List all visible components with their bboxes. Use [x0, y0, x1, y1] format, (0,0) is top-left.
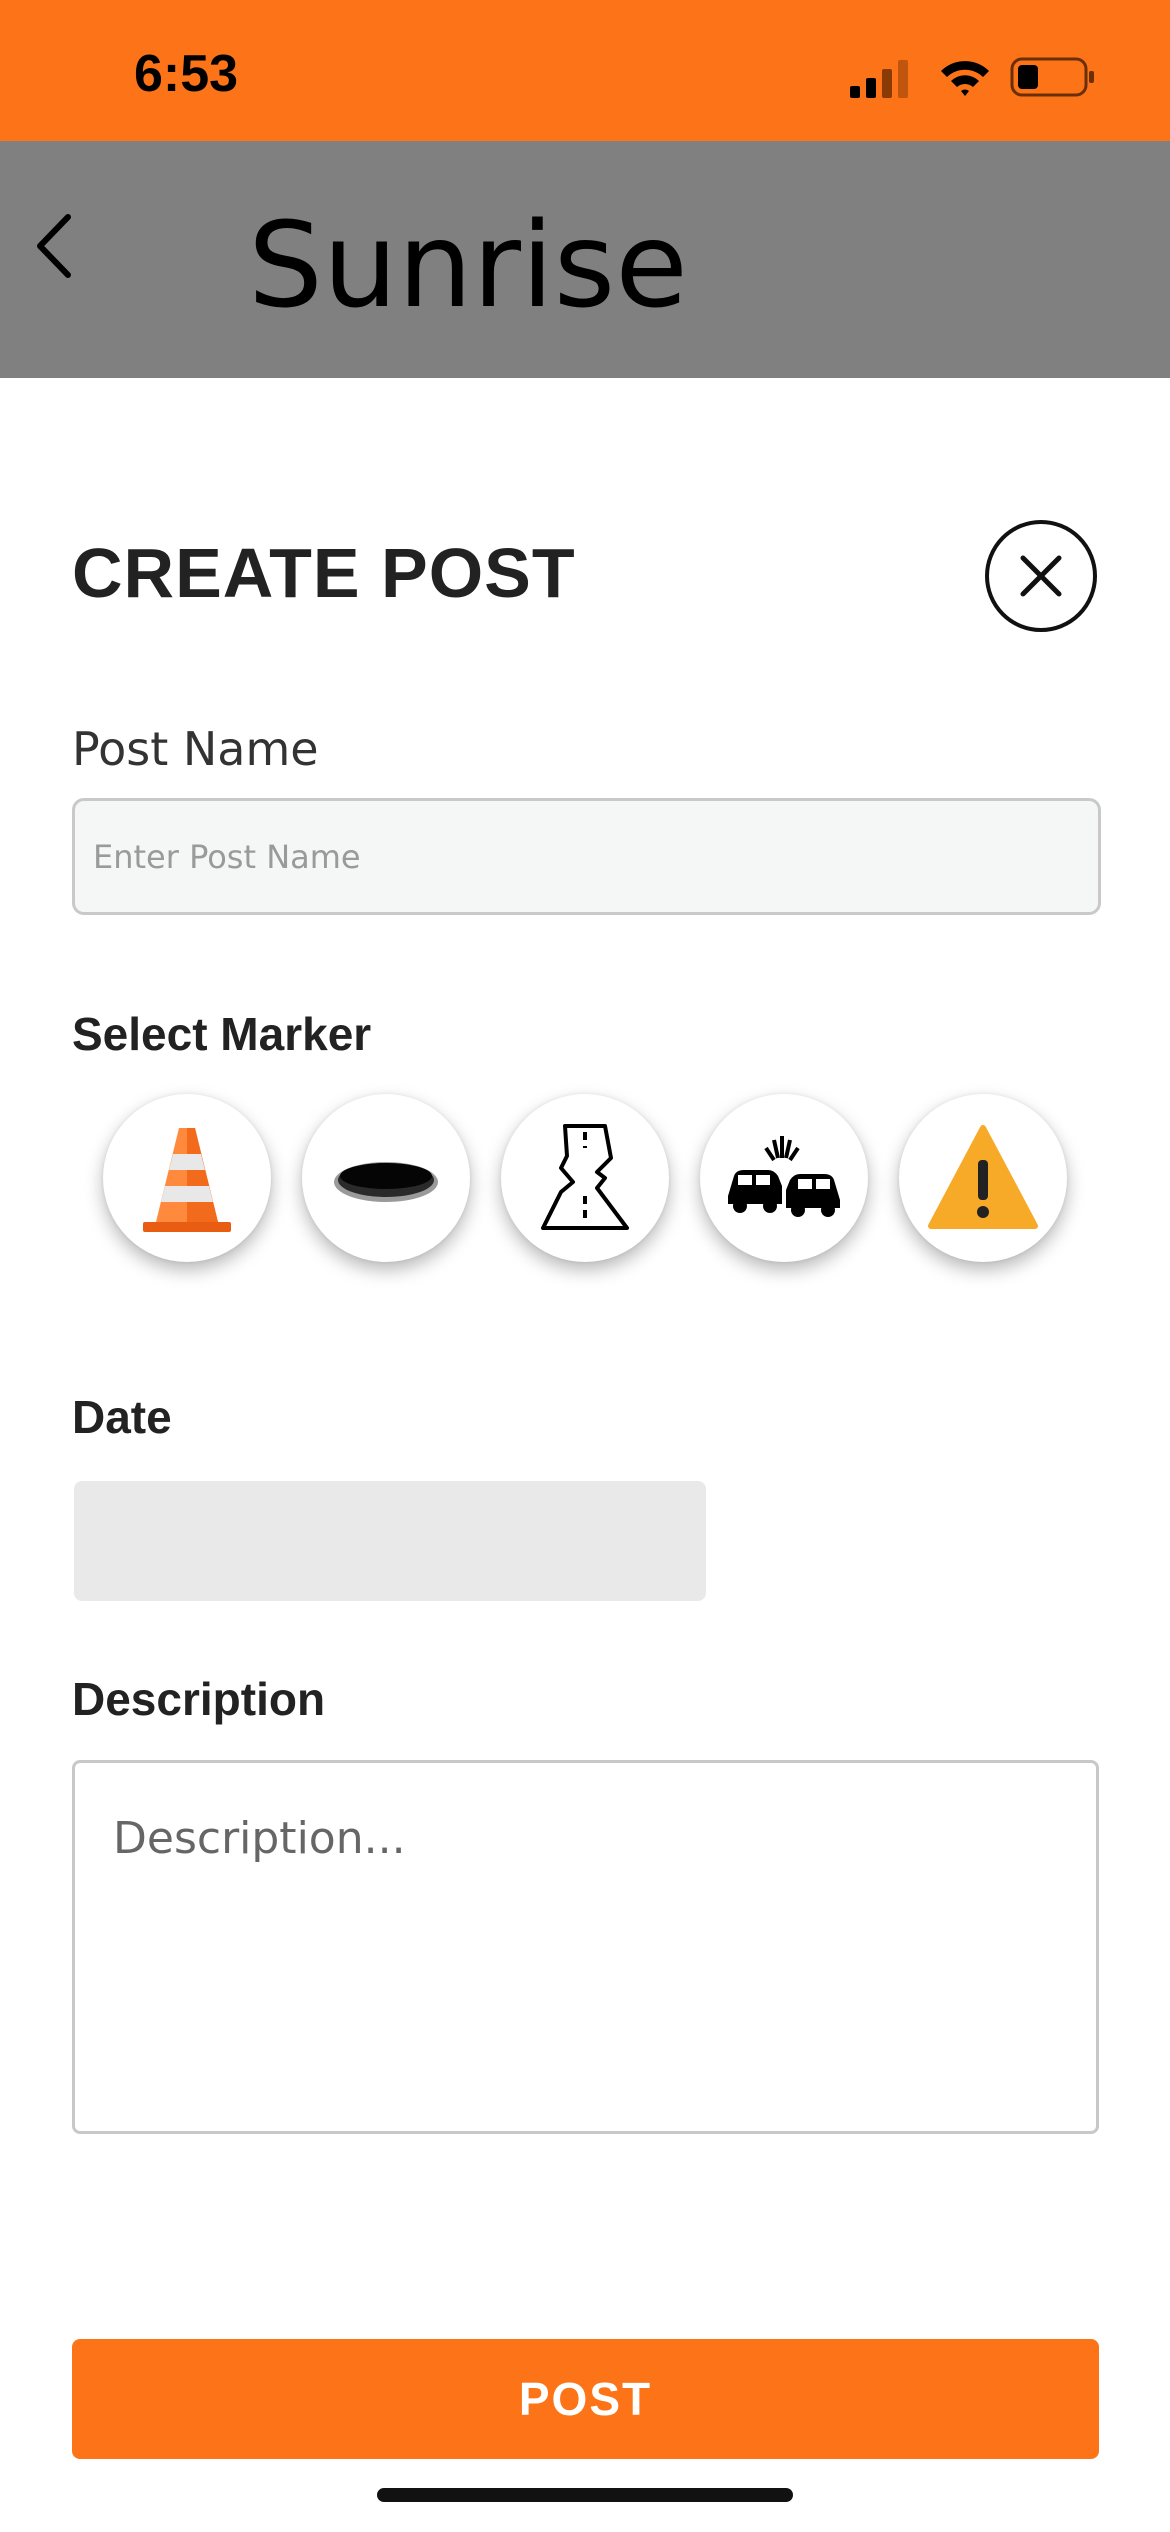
post-name-label: Post Name — [72, 722, 319, 776]
wifi-icon — [941, 61, 989, 96]
header: Sunrise — [0, 141, 1170, 378]
close-button[interactable] — [985, 520, 1097, 632]
status-time: 6:53 — [134, 45, 239, 103]
post-button[interactable]: POST — [72, 2339, 1099, 2459]
status-icons — [850, 54, 1100, 100]
close-icon — [1020, 555, 1062, 597]
marker-options — [0, 1094, 1170, 1264]
pothole-icon — [334, 1162, 438, 1202]
traffic-cone-icon — [143, 1128, 231, 1232]
select-marker-label: Select Marker — [72, 1008, 372, 1060]
home-indicator — [377, 2488, 793, 2502]
battery-icon — [1010, 57, 1094, 97]
back-button[interactable] — [22, 201, 92, 291]
status-bar: 6:53 — [0, 0, 1170, 141]
car-crash-icon — [728, 1136, 840, 1217]
description-label: Description — [72, 1673, 326, 1725]
create-post-title: CREATE POST — [72, 534, 576, 612]
chevron-left-icon — [37, 214, 71, 278]
marker-option-pothole[interactable] — [302, 1094, 470, 1262]
marker-option-warning[interactable] — [899, 1094, 1067, 1262]
header-title: Sunrise — [248, 196, 688, 334]
description-input[interactable] — [72, 1760, 1099, 2134]
marker-option-car-crash[interactable] — [700, 1094, 868, 1262]
cellular-signal-icon — [850, 60, 908, 98]
cracked-road-icon — [541, 1124, 629, 1230]
marker-option-cracked-road[interactable] — [501, 1094, 669, 1262]
date-field[interactable] — [74, 1481, 706, 1601]
marker-option-traffic-cone[interactable] — [103, 1094, 271, 1262]
post-name-input[interactable] — [72, 798, 1101, 915]
warning-icon — [928, 1125, 1038, 1229]
date-label: Date — [72, 1391, 172, 1443]
